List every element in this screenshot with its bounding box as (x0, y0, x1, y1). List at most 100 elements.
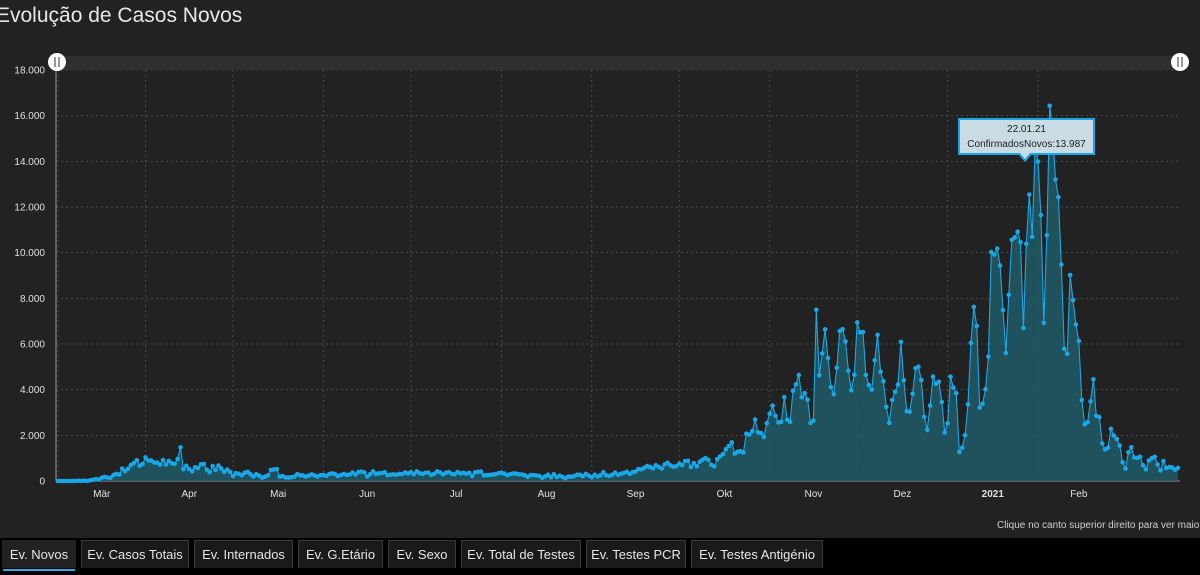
data-point[interactable] (125, 466, 131, 472)
data-point[interactable] (959, 445, 965, 450)
data-point[interactable] (782, 394, 787, 400)
data-point[interactable] (866, 382, 872, 388)
data-point[interactable] (1123, 466, 1128, 471)
data-point[interactable] (843, 339, 848, 344)
data-point[interactable] (172, 461, 177, 467)
data-point[interactable] (1070, 297, 1076, 303)
data-point[interactable] (1088, 399, 1093, 404)
data-point[interactable] (948, 374, 953, 380)
data-point[interactable] (1120, 460, 1125, 465)
tab-ev-testes-antigenio[interactable]: Ev. Testes Antigénio (691, 540, 823, 568)
data-point[interactable] (685, 458, 691, 464)
data-point[interactable] (1155, 462, 1160, 467)
data-point[interactable] (927, 403, 933, 408)
data-point[interactable] (817, 372, 822, 378)
data-point[interactable] (1035, 159, 1041, 164)
data-point[interactable] (160, 457, 166, 463)
data-point[interactable] (1021, 325, 1026, 331)
data-point[interactable] (962, 432, 968, 438)
data-point[interactable] (362, 470, 367, 475)
data-point[interactable] (846, 368, 851, 374)
data-point[interactable] (787, 419, 793, 425)
data-point[interactable] (1027, 192, 1032, 197)
data-point[interactable] (822, 327, 828, 332)
data-point[interactable] (889, 397, 895, 403)
tab-ev-novos[interactable]: Ev. Novos (2, 540, 76, 571)
data-point[interactable] (195, 465, 201, 471)
data-point[interactable] (134, 458, 140, 463)
data-point[interactable] (849, 387, 854, 393)
data-point[interactable] (939, 399, 945, 405)
data-point[interactable] (997, 263, 1003, 268)
data-point[interactable] (712, 464, 717, 469)
data-point[interactable] (758, 430, 764, 436)
data-point[interactable] (694, 463, 700, 469)
data-point[interactable] (659, 466, 665, 471)
data-point[interactable] (831, 391, 837, 397)
data-point[interactable] (1044, 232, 1050, 238)
data-point[interactable] (175, 456, 180, 462)
data-point[interactable] (1085, 420, 1090, 425)
data-point[interactable] (942, 430, 947, 435)
data-point[interactable] (773, 413, 778, 419)
data-point[interactable] (679, 462, 685, 468)
data-point[interactable] (965, 401, 971, 407)
data-point[interactable] (910, 391, 915, 397)
data-point[interactable] (983, 386, 988, 392)
data-point[interactable] (1114, 436, 1120, 442)
data-point[interactable] (749, 428, 755, 434)
data-point[interactable] (720, 451, 726, 457)
data-point[interactable] (1073, 322, 1079, 327)
data-point[interactable] (1059, 262, 1064, 267)
data-point[interactable] (986, 354, 991, 359)
data-point[interactable] (790, 388, 796, 394)
data-point[interactable] (140, 461, 145, 467)
data-point[interactable] (157, 462, 163, 467)
range-handle-left[interactable] (48, 53, 66, 71)
data-point[interactable] (274, 466, 280, 472)
data-point[interactable] (793, 382, 799, 387)
data-point[interactable] (898, 339, 904, 345)
data-point[interactable] (811, 418, 816, 423)
data-point[interactable] (770, 403, 775, 408)
data-point[interactable] (907, 409, 912, 415)
data-point[interactable] (971, 304, 977, 310)
data-point[interactable] (210, 463, 215, 469)
data-point[interactable] (227, 469, 233, 475)
data-point[interactable] (1062, 346, 1067, 352)
data-point[interactable] (1047, 103, 1052, 109)
data-point[interactable] (163, 462, 169, 467)
data-point[interactable] (201, 461, 207, 467)
tab-ev-getario[interactable]: Ev. G.Etário (298, 540, 383, 568)
data-point[interactable] (1140, 463, 1146, 468)
data-point[interactable] (189, 468, 195, 474)
data-point[interactable] (1067, 272, 1073, 278)
data-point[interactable] (840, 326, 845, 332)
data-point[interactable] (887, 420, 892, 426)
data-point[interactable] (945, 421, 950, 426)
data-point[interactable] (1012, 235, 1017, 240)
data-point[interactable] (752, 417, 758, 422)
data-point[interactable] (207, 469, 212, 475)
tab-ev-testes-pcr[interactable]: Ev. Testes PCR (586, 540, 686, 568)
data-point[interactable] (1018, 240, 1023, 245)
tab-ev-total-de-testes[interactable]: Ev. Total de Testes (461, 540, 581, 568)
data-point[interactable] (741, 450, 746, 455)
new-cases-chart[interactable]: 0 2.000 4.000 6.000 8.000 10.000 12.000 14.000 1… (0, 0, 1200, 536)
data-point[interactable] (992, 252, 997, 257)
data-point[interactable] (265, 473, 271, 478)
data-point[interactable] (1099, 441, 1105, 446)
data-point[interactable] (930, 374, 936, 379)
data-point[interactable] (1000, 307, 1006, 313)
data-point[interactable] (761, 434, 767, 440)
data-point[interactable] (729, 440, 735, 445)
data-point[interactable] (726, 443, 732, 449)
data-point[interactable] (1152, 454, 1157, 460)
data-point[interactable] (1111, 433, 1117, 438)
data-point[interactable] (875, 332, 880, 338)
data-point[interactable] (767, 411, 772, 417)
data-point[interactable] (1137, 454, 1143, 460)
data-point[interactable] (1175, 465, 1181, 471)
data-point[interactable] (478, 469, 484, 474)
data-point[interactable] (974, 323, 980, 329)
